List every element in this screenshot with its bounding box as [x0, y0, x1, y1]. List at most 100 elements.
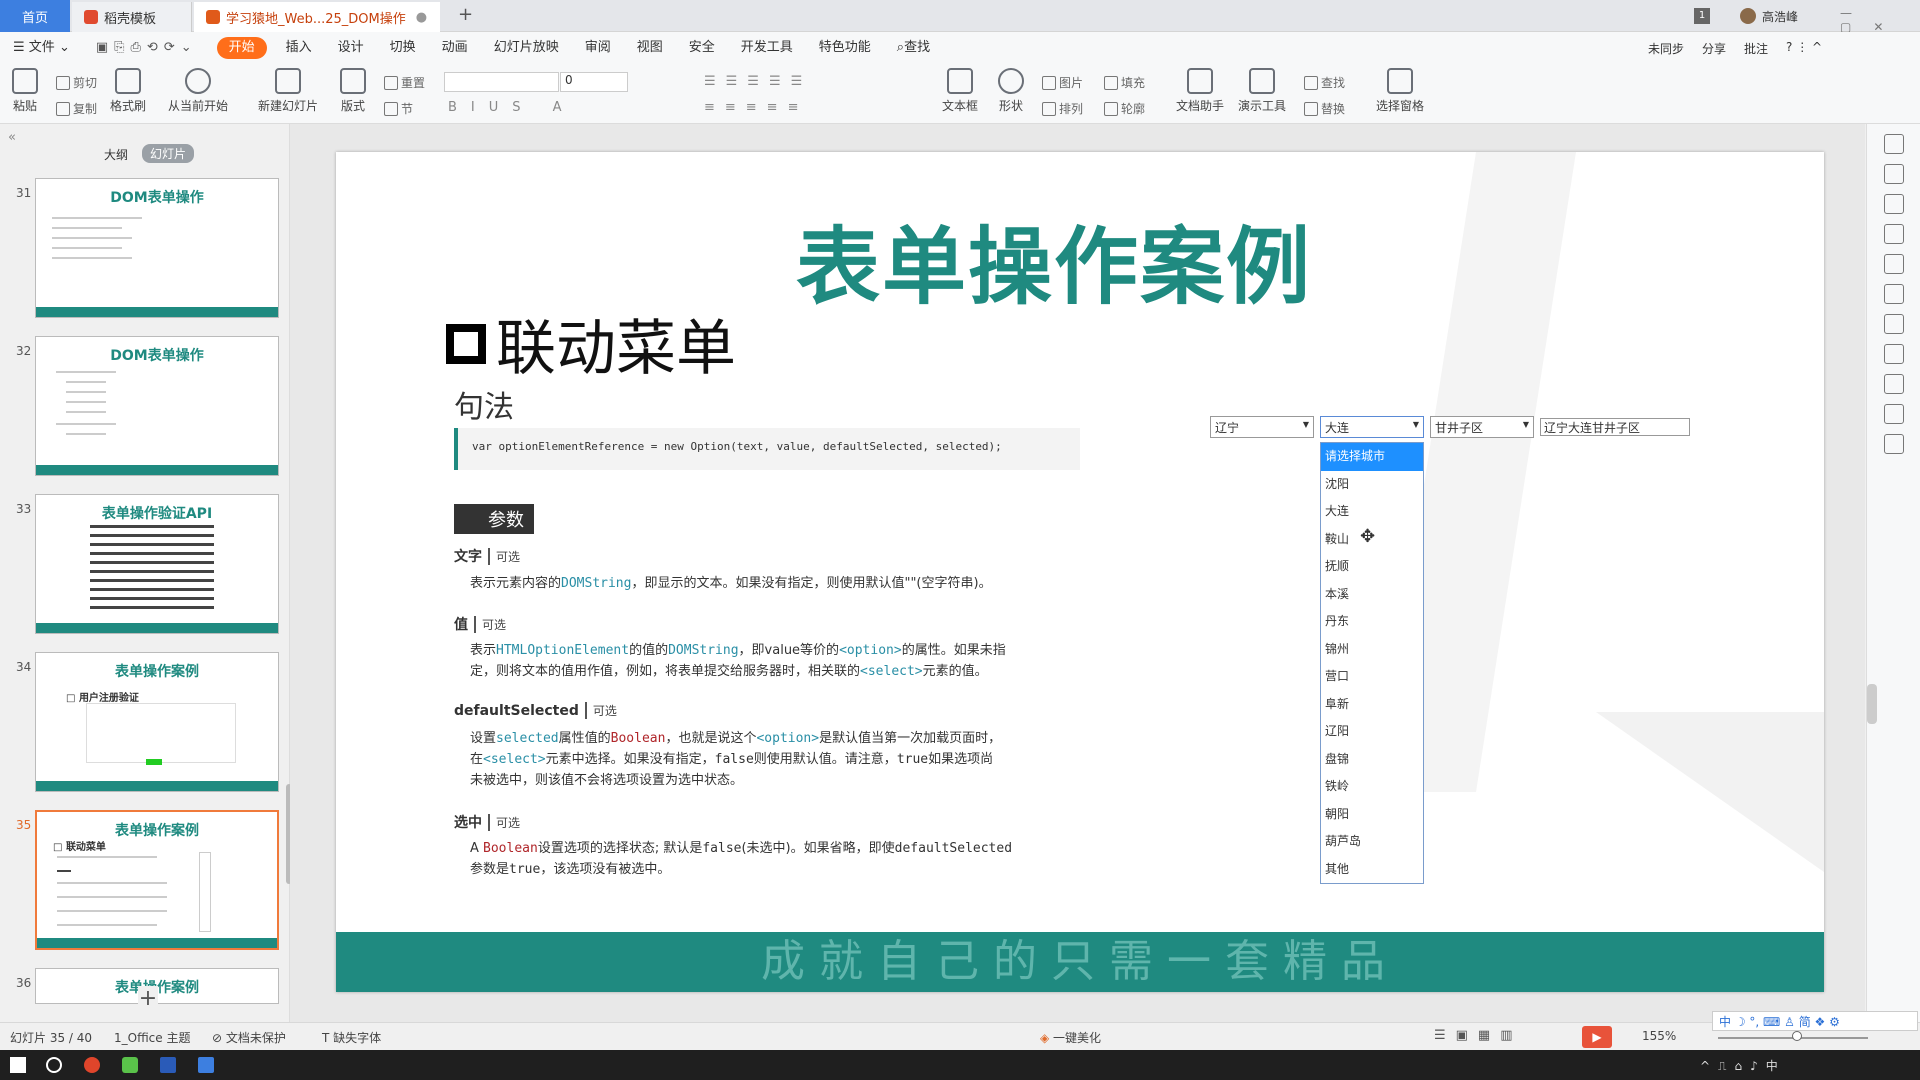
dropdown-option[interactable]: 阜新	[1321, 691, 1423, 719]
ime-toolbar[interactable]: 中 ☽ °, ⌨ ♙ 简 ❖ ⚙	[1712, 1011, 1918, 1031]
tab-docer-template[interactable]: 稻壳模板	[72, 2, 192, 32]
add-slide-icon[interactable]: +	[138, 986, 158, 1011]
format-painter-button[interactable]: 格式刷	[110, 68, 146, 114]
menu-animation[interactable]: 动画	[429, 32, 481, 64]
copy-button[interactable]: 复制	[56, 100, 97, 117]
reset-button[interactable]: 重置	[384, 74, 425, 91]
textbox-button[interactable]: 文本框	[942, 68, 978, 114]
doc-icon[interactable]	[1883, 284, 1904, 304]
fill-panel-icon[interactable]	[1883, 194, 1904, 214]
section-button[interactable]: 节	[384, 100, 413, 117]
dropdown-option[interactable]: 其他	[1321, 856, 1423, 884]
menu-developer[interactable]: 开发工具	[728, 32, 806, 64]
menu-transition[interactable]: 切换	[377, 32, 429, 64]
system-tray[interactable]: ^⎍⌂♪中	[1700, 1057, 1786, 1074]
font-family-select[interactable]	[444, 72, 559, 92]
arrange-button[interactable]: 排列	[1042, 100, 1083, 117]
result-input[interactable]: 辽宁大连甘井子区	[1540, 418, 1690, 436]
new-slide-button[interactable]: 新建幻灯片	[258, 68, 318, 114]
canvas-scrollbar[interactable]	[1867, 684, 1877, 724]
tab-current-doc[interactable]: 学习猿地_Web...25_DOM操作 ●	[194, 2, 440, 32]
close-tab-icon[interactable]: ●	[416, 10, 427, 25]
district-select[interactable]: 甘井子区	[1430, 416, 1534, 438]
dropdown-option[interactable]: 大连	[1321, 498, 1423, 526]
wps-icon[interactable]	[198, 1057, 214, 1073]
menu-security[interactable]: 安全	[676, 32, 728, 64]
zoom-slider-handle[interactable]	[1792, 1031, 1802, 1041]
picture-button[interactable]: 图片	[1042, 74, 1083, 91]
theme-name[interactable]: 1_Office 主题	[114, 1029, 190, 1046]
shield-icon[interactable]	[1883, 434, 1904, 454]
windows-start-icon[interactable]	[10, 1057, 26, 1073]
province-select[interactable]: 辽宁	[1210, 416, 1314, 438]
outline-button[interactable]: 轮廓	[1104, 100, 1145, 117]
city-select[interactable]: 大连	[1320, 416, 1424, 438]
cortana-search-icon[interactable]	[46, 1057, 62, 1073]
slide-thumbnail[interactable]: DOM表单操作	[35, 178, 279, 318]
dropdown-option[interactable]: 铁岭	[1321, 773, 1423, 801]
comment-button[interactable]: 批注	[1744, 40, 1768, 57]
slide-thumbnail[interactable]: DOM表单操作	[35, 336, 279, 476]
menu-insert[interactable]: 插入	[273, 32, 325, 64]
dropdown-option[interactable]: 本溪	[1321, 581, 1423, 609]
param-selected[interactable]: 选中 可选	[454, 812, 526, 832]
dropdown-option[interactable]: 朝阳	[1321, 801, 1423, 829]
new-tab-icon[interactable]: +	[458, 4, 473, 25]
selection-pane-button[interactable]: 选择窗格	[1376, 68, 1424, 114]
replace-button[interactable]: 替换	[1304, 100, 1345, 117]
menu-home[interactable]: 开始	[216, 37, 267, 59]
zoom-level[interactable]: 155%	[1642, 1029, 1676, 1043]
image-icon[interactable]	[1883, 374, 1904, 394]
dropdown-option[interactable]: 沈阳	[1321, 471, 1423, 499]
menu-special[interactable]: 特色功能	[806, 32, 884, 64]
app-icon[interactable]	[122, 1057, 138, 1073]
tab-outline[interactable]: 大纲	[104, 146, 128, 163]
missing-font[interactable]: T 缺失字体	[322, 1029, 381, 1046]
align-icons[interactable]: ≡≡≡≡≡	[704, 100, 808, 115]
dropdown-option[interactable]: 营口	[1321, 663, 1423, 691]
word-icon[interactable]	[160, 1057, 176, 1073]
tab-slides[interactable]: 幻灯片	[142, 144, 195, 163]
chrome-icon[interactable]	[84, 1057, 100, 1073]
syntax-code[interactable]: var optionElementReference = new Option(…	[454, 428, 1080, 470]
slide[interactable]: 表单操作案例 联动菜单 句法 var optionElementReferenc…	[336, 152, 1824, 992]
dropdown-option[interactable]: 葫芦岛	[1321, 828, 1423, 856]
paste-button[interactable]: 粘贴	[12, 68, 38, 114]
menu-search[interactable]: ⌕查找	[884, 32, 943, 64]
find-button[interactable]: 查找	[1304, 74, 1345, 91]
menu-file[interactable]: ☰ 文件 ⌄	[0, 32, 83, 64]
window-controls[interactable]: —▢✕	[1840, 6, 1920, 34]
shape-panel-icon[interactable]	[1883, 164, 1904, 184]
param-text[interactable]: 文字 可选	[454, 546, 526, 566]
quick-access-icons[interactable]: ▣⎘⎙⟲⟳⌄	[83, 32, 211, 64]
slide-subtitle-row[interactable]: 联动菜单	[446, 300, 736, 387]
font-style-icons[interactable]: BIUS A	[448, 100, 576, 115]
slide-thumbnail[interactable]: 表单操作案例 □ 用户注册验证	[35, 652, 279, 792]
cut-button[interactable]: 剪切	[56, 74, 97, 91]
collapse-panel-icon[interactable]: «	[8, 130, 16, 145]
slide-thumbnail[interactable]: 表单操作验证API	[35, 494, 279, 634]
protect-status[interactable]: ⊘ 文档未保护	[212, 1029, 286, 1046]
slide-thumbnail-selected[interactable]: 表单操作案例 □ 联动菜单	[35, 810, 279, 950]
font-size-select[interactable]: 0	[560, 72, 628, 92]
view-mode-icons[interactable]: ☰▣▦▥	[1434, 1028, 1523, 1043]
audio-icon[interactable]	[1883, 404, 1904, 424]
dropdown-option[interactable]: 请选择城市	[1321, 443, 1423, 471]
syntax-heading[interactable]: 句法	[454, 382, 514, 426]
share-button[interactable]: 分享	[1702, 40, 1726, 57]
dropdown-option[interactable]: 抚顺	[1321, 553, 1423, 581]
shape-button[interactable]: 形状	[998, 68, 1024, 114]
sync-status[interactable]: 未同步	[1648, 40, 1684, 57]
tab-home[interactable]: 首页	[0, 0, 70, 32]
menu-design[interactable]: 设计	[325, 32, 377, 64]
grid-icon[interactable]	[1883, 224, 1904, 244]
window-count-badge[interactable]: 1	[1694, 8, 1710, 24]
menu-view[interactable]: 视图	[624, 32, 676, 64]
beautify-button[interactable]: ◈ 一键美化	[1040, 1029, 1101, 1046]
presentation-tools-button[interactable]: 演示工具	[1238, 68, 1286, 114]
help-icon[interactable]: ? ⋮ ^	[1786, 40, 1822, 57]
menu-review[interactable]: 审阅	[572, 32, 624, 64]
param-default-selected[interactable]: defaultSelected 可选	[454, 702, 623, 719]
paragraph-icons[interactable]: ☰☰☰☰☰	[704, 74, 812, 89]
fill-button[interactable]: 填充	[1104, 74, 1145, 91]
